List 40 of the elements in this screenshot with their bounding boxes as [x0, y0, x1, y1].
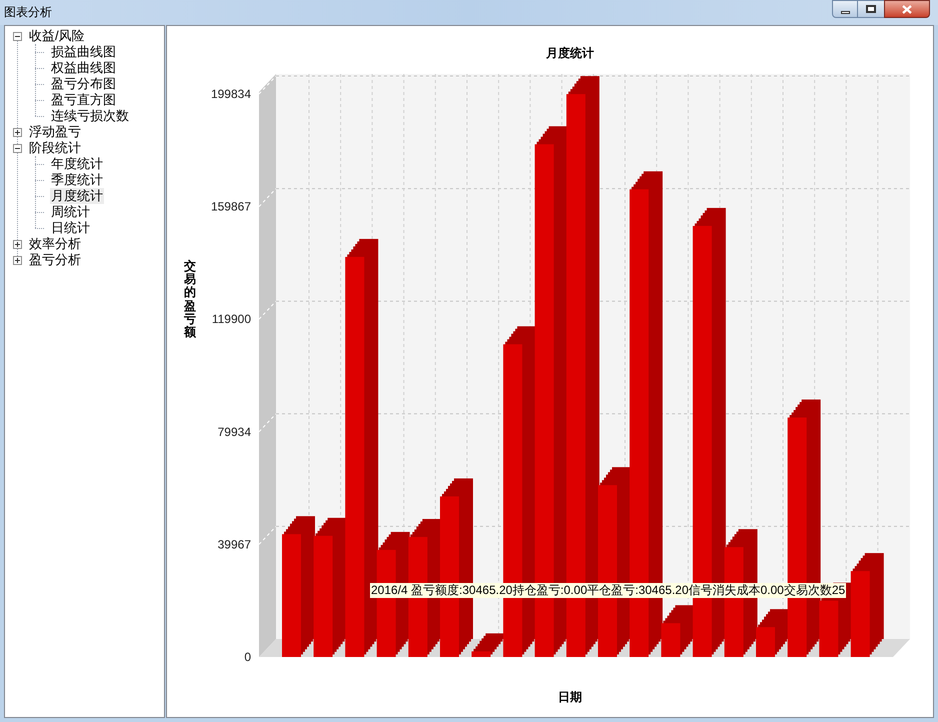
axis-tick-label: 79934	[218, 424, 251, 439]
tree-item[interactable]: 效率分析	[28, 236, 82, 252]
tree-item[interactable]: 日统计	[50, 220, 91, 236]
chart-title: 月度统计	[546, 45, 594, 62]
tree-item[interactable]: 年度统计	[50, 156, 104, 172]
bar	[819, 600, 838, 657]
tree-item[interactable]: 阶段统计	[28, 140, 82, 156]
tree-item[interactable]: 周统计	[50, 204, 91, 220]
tree-item[interactable]: 盈亏分布图	[50, 76, 117, 92]
tree-item[interactable]: 盈亏直方图	[50, 92, 117, 108]
close-icon	[902, 4, 912, 14]
axis-tick-label: 199834	[210, 87, 251, 101]
collapse-icon[interactable]	[13, 144, 22, 152]
window-title: 图表分析	[4, 4, 52, 21]
collapse-icon[interactable]	[13, 32, 22, 40]
expand-icon[interactable]	[13, 256, 22, 264]
tree-item[interactable]: 收益/风险	[28, 28, 86, 44]
axis-tick-label: 159867	[210, 200, 251, 214]
close-button[interactable]	[884, 0, 930, 18]
tree-item[interactable]: 盈亏分析	[28, 252, 82, 268]
minimize-button[interactable]	[832, 0, 858, 18]
tooltip: 2016/4 盈亏额度:30465.20持仓盈亏:0.00平仓盈亏:30465.20信号消失成本0.00交易次数25	[370, 583, 846, 598]
minimize-icon	[840, 10, 850, 14]
y-axis-label: 交易的盈亏额	[184, 260, 196, 340]
tree-item[interactable]: 连续亏损次数	[50, 108, 130, 124]
axis-tick-label: 119900	[212, 312, 251, 326]
expand-icon[interactable]	[13, 128, 22, 136]
bar	[756, 627, 775, 657]
maximize-icon	[866, 5, 876, 13]
tree-item[interactable]: 浮动盈亏	[28, 124, 82, 140]
x-axis-label: 日期	[558, 689, 582, 706]
tree-item[interactable]: 损益曲线图	[50, 44, 117, 60]
bar	[661, 623, 680, 657]
axis-tick-label: 0	[244, 650, 251, 664]
tree-item[interactable]: 月度统计	[50, 188, 104, 204]
maximize-button[interactable]	[858, 0, 884, 18]
expand-icon[interactable]	[13, 240, 22, 248]
tree-item[interactable]: 季度统计	[50, 172, 104, 188]
axis-tick-label: 39967	[218, 537, 251, 552]
tree-item[interactable]: 权益曲线图	[50, 60, 117, 76]
